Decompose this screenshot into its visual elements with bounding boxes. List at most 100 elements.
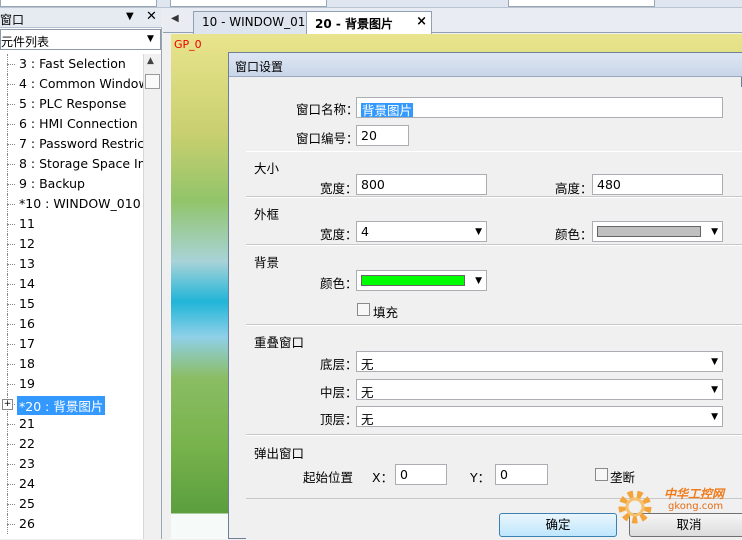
tree-item-label: 15 (19, 296, 35, 311)
frame-width-label: 宽度： (320, 227, 358, 242)
tree-connector (7, 384, 15, 385)
view-select-value: 元件列表 (1, 35, 50, 49)
pane-menu-icon[interactable]: ▼ (126, 11, 134, 22)
tree-connector (7, 364, 15, 365)
background-group: 背景 颜色： ▼ 填充 (246, 245, 742, 325)
overlay-bottom-select[interactable]: 无 ▼ (356, 351, 723, 372)
window-name-input[interactable]: 背景图片 (356, 97, 723, 118)
tree-item-label: 24 (19, 476, 35, 491)
tree-item-label: 26 (19, 516, 35, 531)
tree-connector (7, 164, 15, 165)
scrollbar-thumb[interactable] (145, 74, 160, 89)
tree-item-label: 4 : Common Window (19, 76, 143, 91)
tree-item[interactable]: 8 : Storage Space Ins (0, 154, 143, 174)
tree-item[interactable]: 7 : Password Restrict (0, 134, 143, 154)
tree-item[interactable]: 24 (0, 474, 143, 494)
tree-item-label: 16 (19, 316, 35, 331)
tree-connector (7, 464, 15, 465)
chevron-down-icon: ▼ (147, 34, 154, 44)
tree-scrollbar[interactable]: ▲ (143, 54, 161, 539)
size-height-input[interactable]: 480 (592, 174, 723, 195)
size-height-label: 高度： (555, 181, 593, 196)
gear-logo-icon (618, 490, 652, 524)
tab-scroll-left-icon[interactable]: ◀ (171, 13, 179, 24)
tree-item-label: 23 (19, 456, 35, 471)
dialog-titlebar[interactable]: 窗口设置 (229, 53, 742, 77)
tree-item-label: 6 : HMI Connection (19, 116, 138, 131)
tree-item[interactable]: 14 (0, 274, 143, 294)
pane-title: 窗口 (0, 13, 25, 27)
tree-connector (7, 84, 15, 85)
tree-connector (7, 244, 15, 245)
overlay-bottom-value: 无 (361, 357, 374, 372)
tree-connector (7, 504, 15, 505)
close-icon[interactable]: ✕ (146, 9, 157, 24)
ok-button[interactable]: 确定 (499, 513, 617, 537)
tree-item-label: 11 (19, 216, 35, 231)
tree-item[interactable]: + *20 : 背景图片 (0, 394, 143, 415)
tree-item-label: 12 (19, 236, 35, 251)
tree-item[interactable]: 4 : Common Window (0, 74, 143, 94)
toolbar-combo[interactable] (170, 0, 327, 7)
tree-connector (7, 324, 15, 325)
frame-color-select[interactable]: ▼ (592, 221, 723, 242)
tree-item[interactable]: 25 (0, 494, 143, 514)
tree-item[interactable]: *10 : WINDOW_010 (0, 194, 143, 214)
tree-item[interactable]: 5 : PLC Response (0, 94, 143, 114)
tree-item[interactable]: 18 (0, 354, 143, 374)
tab-label: 20 - 背景图片 (315, 17, 394, 31)
frame-width-value: 4 (361, 224, 369, 239)
tree-item[interactable]: 21 (0, 414, 143, 434)
tree-item[interactable]: 12 (0, 234, 143, 254)
scroll-up-icon[interactable]: ▲ (147, 56, 154, 66)
frame-width-select[interactable]: 4 ▼ (356, 221, 487, 242)
toolbar-combo[interactable] (508, 0, 655, 7)
tree-item[interactable]: 9 : Backup (0, 174, 143, 194)
overlay-top-label: 顶层： (320, 412, 358, 427)
tree-item[interactable]: 15 (0, 294, 143, 314)
overlay-top-select[interactable]: 无 ▼ (356, 406, 723, 427)
tree-item[interactable]: 26 (0, 514, 143, 534)
tree-item[interactable]: 23 (0, 454, 143, 474)
tab-close-icon[interactable]: × (416, 14, 427, 29)
window-number-input[interactable]: 20 (356, 125, 409, 146)
y-input[interactable]: 0 (495, 464, 548, 485)
tree-item[interactable]: 17 (0, 334, 143, 354)
tree-item[interactable]: 22 (0, 434, 143, 454)
tree-connector (7, 184, 15, 185)
tree-item-label: 22 (19, 436, 35, 451)
toolbar-combo[interactable] (0, 0, 157, 7)
pane-header: 窗口 ▼ ✕ (0, 8, 162, 28)
x-label: X： (372, 470, 394, 485)
tree-connector (7, 264, 15, 265)
fill-label: 填充 (373, 305, 399, 320)
view-select[interactable]: 元件列表 ▼ (0, 29, 161, 50)
watermark-text: 中华工控网 (664, 487, 725, 501)
tree-item-label: *20 : 背景图片 (17, 396, 106, 415)
fill-checkbox[interactable] (357, 303, 370, 316)
watermark-logo: 中华工控网 gkong.com (608, 476, 742, 539)
background-color-select[interactable]: ▼ (356, 270, 487, 291)
start-position-label: 起始位置 (303, 470, 354, 485)
overlay-middle-select[interactable]: 无 ▼ (356, 379, 723, 400)
tree-item[interactable]: 11 (0, 214, 143, 234)
tree-item-label: 8 : Storage Space Ins (19, 156, 143, 171)
tree-item[interactable]: 13 (0, 254, 143, 274)
frame-color-swatch (597, 226, 701, 237)
tree-item[interactable]: 19 (0, 374, 143, 394)
tree-item-label: 21 (19, 416, 35, 431)
overlay-middle-value: 无 (361, 385, 374, 400)
tree-item[interactable]: 6 : HMI Connection (0, 114, 143, 134)
modal-checkbox[interactable] (595, 468, 608, 481)
size-width-input[interactable]: 800 (356, 174, 487, 195)
x-input[interactable]: 0 (395, 464, 447, 485)
tree-connector (7, 124, 15, 125)
tree-item[interactable]: 3 : Fast Selection (0, 54, 143, 74)
tree-connector (7, 424, 15, 425)
tree-connector (7, 104, 15, 105)
expand-icon[interactable]: + (2, 399, 13, 410)
window-number-label: 窗口编号： (296, 131, 359, 146)
tree-item[interactable]: 16 (0, 314, 143, 334)
background-color-label: 颜色： (320, 276, 358, 291)
frame-group: 外框 宽度： 4 ▼ 颜色： ▼ (246, 197, 742, 245)
